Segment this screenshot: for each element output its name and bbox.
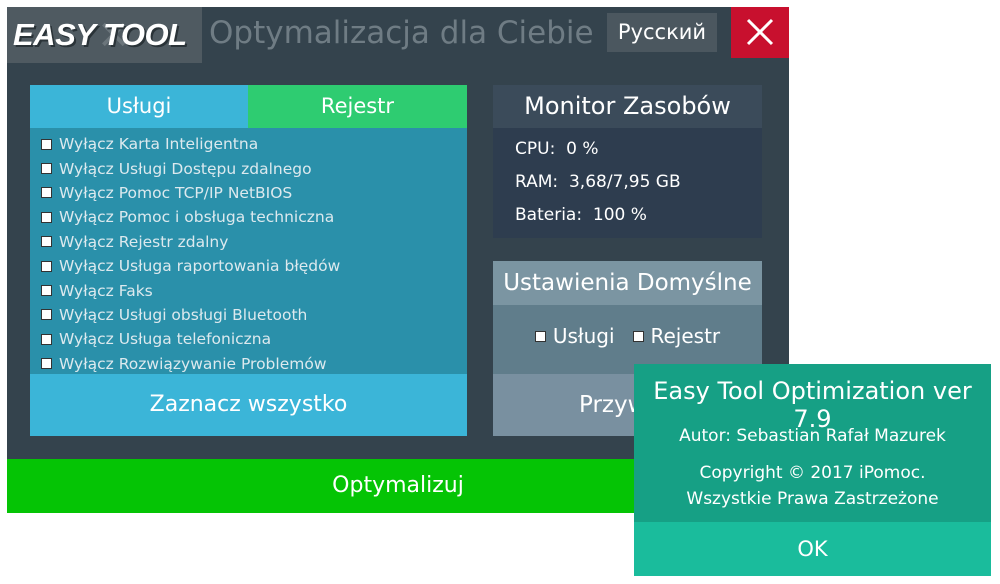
checkbox[interactable] <box>534 330 546 342</box>
tab-uslugi[interactable]: Usługi <box>30 85 248 128</box>
option-label: Wyłącz Rejestr zdalny <box>59 232 229 251</box>
option-label: Wyłącz Faks <box>59 281 153 300</box>
checkbox[interactable] <box>41 285 52 297</box>
app-logo: ✕ EASY TOOL <box>7 7 202 63</box>
option-item[interactable]: Wyłącz Usługi Dostępu zdalnego <box>41 156 461 180</box>
option-label: Wyłącz Usługi obsługi Bluetooth <box>59 305 308 324</box>
default-option-label: Rejestr <box>650 324 721 348</box>
monitor-title: Monitor Zasobów <box>493 85 762 128</box>
option-item[interactable]: Wyłącz Usługa telefoniczna <box>41 327 461 351</box>
copyright-line-1: Copyright © 2017 iPomoc. <box>699 463 926 483</box>
cpu-label: CPU: <box>515 139 556 159</box>
battery-row: Bateria: 100 % <box>493 199 762 232</box>
checkbox[interactable] <box>632 330 644 342</box>
cpu-value: 0 % <box>566 139 599 159</box>
options-list: Wyłącz Karta Inteligentna Wyłącz Usługi … <box>41 132 461 376</box>
option-item[interactable]: Wyłącz Pomoc i obsługa techniczna <box>41 205 461 229</box>
checkbox[interactable] <box>41 358 52 370</box>
battery-value: 100 % <box>592 205 647 225</box>
tab-rejestr[interactable]: Rejestr <box>248 85 467 128</box>
checkbox[interactable] <box>41 309 52 321</box>
option-label: Wyłącz Rozwiązywanie Problemów <box>59 354 327 373</box>
checkbox[interactable] <box>41 211 52 223</box>
services-panel: Usługi Rejestr Wyłącz Karta Inteligentna… <box>30 85 467 436</box>
resource-monitor: Monitor Zasobów CPU: 0 % RAM: 3,68/7,95 … <box>493 85 762 238</box>
dialog-title: Easy Tool Optimization ver 7.9 <box>653 377 972 433</box>
option-item[interactable]: Wyłącz Rejestr zdalny <box>41 230 461 254</box>
checkbox[interactable] <box>41 138 52 150</box>
option-item[interactable]: Wyłącz Karta Inteligentna <box>41 132 461 156</box>
select-all-button[interactable]: Zaznacz wszystko <box>30 374 467 436</box>
default-option-label: Usługi <box>552 324 615 348</box>
language-button[interactable]: Русский <box>607 13 717 52</box>
ram-row: RAM: 3,68/7,95 GB <box>493 166 762 199</box>
option-item[interactable]: Wyłącz Rozwiązywanie Problemów <box>41 352 461 376</box>
checkbox[interactable] <box>41 333 52 345</box>
option-item[interactable]: Wyłącz Pomoc TCP/IP NetBIOS <box>41 181 461 205</box>
option-item[interactable]: Wyłącz Usługa raportowania błędów <box>41 254 461 278</box>
defaults-title: Ustawienia Domyślne <box>493 261 762 305</box>
default-option-uslugi[interactable]: Usługi <box>534 324 615 348</box>
dialog-author: Autor: Sebastian Rafał Mazurek <box>679 426 946 446</box>
option-label: Wyłącz Usługa raportowania błędów <box>59 257 341 276</box>
ram-label: RAM: <box>515 172 559 192</box>
close-button[interactable] <box>731 7 789 58</box>
copyright-line-2: Wszystkie Prawa Zastrzeżone <box>686 489 939 509</box>
option-label: Wyłącz Pomoc i obsługa techniczna <box>59 208 335 227</box>
checkbox[interactable] <box>41 260 52 272</box>
option-label: Wyłącz Pomoc TCP/IP NetBIOS <box>59 183 293 202</box>
option-label: Wyłącz Usługi Dostępu zdalnego <box>59 159 312 178</box>
battery-label: Bateria: <box>515 205 583 225</box>
default-option-rejestr[interactable]: Rejestr <box>632 324 721 348</box>
option-label: Wyłącz Karta Inteligentna <box>59 135 259 154</box>
about-dialog: Easy Tool Optimization ver 7.9 Autor: Se… <box>634 364 991 576</box>
app-title: Optymalizacja dla Ciebie <box>209 15 594 51</box>
checkbox[interactable] <box>41 236 52 248</box>
option-label: Wyłącz Usługa telefoniczna <box>59 330 272 349</box>
option-item[interactable]: Wyłącz Faks <box>41 278 461 302</box>
ram-value: 3,68/7,95 GB <box>568 172 681 192</box>
ok-button[interactable]: OK <box>634 522 991 576</box>
checkbox[interactable] <box>41 163 52 175</box>
dialog-copyright: Copyright © 2017 iPomoc. Wszystkie Prawa… <box>634 460 991 512</box>
close-icon <box>746 18 774 46</box>
cpu-row: CPU: 0 % <box>493 133 762 166</box>
logo-text: EASY TOOL <box>13 17 187 52</box>
option-item[interactable]: Wyłącz Usługi obsługi Bluetooth <box>41 303 461 327</box>
checkbox[interactable] <box>41 187 52 199</box>
